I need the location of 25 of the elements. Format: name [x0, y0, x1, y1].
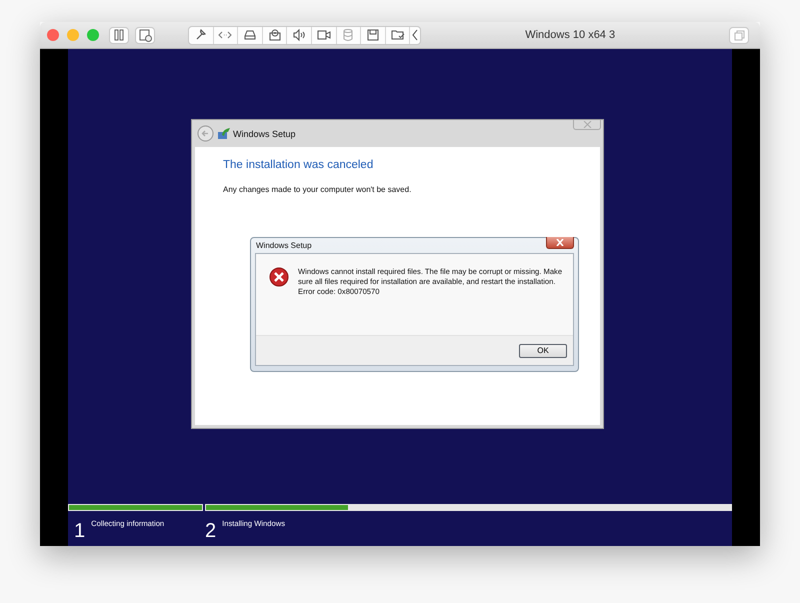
video-icon — [316, 28, 331, 42]
windows-icon — [734, 30, 744, 40]
chevron-icon — [412, 29, 418, 41]
setup-window-title: Windows Setup — [233, 128, 296, 138]
window-title: Windows 10 x64 3 — [524, 29, 616, 41]
ok-button[interactable]: OK — [519, 344, 567, 358]
pause-icon — [113, 29, 125, 41]
snapshot-button[interactable] — [135, 26, 155, 44]
heading: The installation was canceled — [223, 159, 374, 171]
folder-icon — [390, 28, 405, 42]
step-number: 2 — [205, 520, 216, 543]
speaker-icon — [292, 28, 306, 42]
message: Any changes made to your computer won't be saved. — [223, 185, 412, 194]
close-icon — [556, 239, 564, 246]
close-icon — [582, 121, 592, 128]
setup-icon — [218, 127, 231, 140]
snapshot-icon — [138, 28, 152, 42]
close-button[interactable] — [546, 237, 574, 249]
dialog-title: Windows Setup — [256, 241, 312, 250]
step-number: 1 — [74, 520, 86, 543]
floppy-icon — [366, 28, 380, 42]
pause-button[interactable] — [109, 26, 129, 44]
error-icon — [269, 267, 289, 287]
database-icon — [341, 28, 356, 42]
drive-icon — [242, 28, 257, 42]
